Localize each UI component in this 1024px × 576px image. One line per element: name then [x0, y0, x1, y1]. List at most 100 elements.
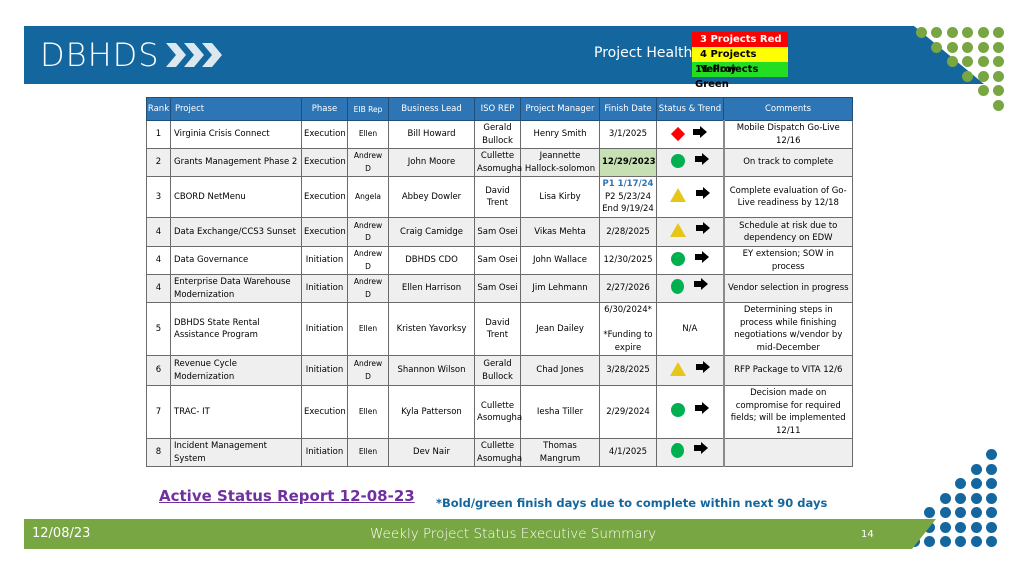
footnote: *Bold/green finish days due to complete … — [436, 496, 828, 510]
comments-cell: Mobile Dispatch Go-Live 12/16 — [723, 120, 853, 149]
status-trend-cell: N/A — [656, 302, 725, 356]
project-manager-cell: John Wallace — [520, 246, 600, 275]
blue-dot-icon — [970, 536, 982, 547]
comments-cell: Determining steps in process while finis… — [723, 302, 853, 356]
eib-rep-cell: Angela — [347, 176, 389, 218]
yellow-triangle-icon — [669, 361, 686, 376]
rank-cell: 4 — [146, 217, 171, 247]
table-row: 8 Incident Management System Initiation Ell… — [146, 438, 853, 467]
green-dot-icon — [993, 27, 1004, 38]
health-red-count: 3 Projects Red — [692, 32, 788, 47]
green-dot-icon — [977, 27, 989, 38]
rank-cell: 7 — [146, 385, 171, 439]
blue-dot-icon — [955, 492, 966, 504]
chevrons-icon — [164, 41, 224, 69]
business-lead-cell: Kyla Patterson — [388, 385, 475, 439]
project-manager-cell: Jeannette Hallock-solomon — [520, 148, 600, 177]
green-dot-icon — [993, 99, 1004, 111]
status-trend-cell — [656, 246, 725, 275]
project-manager-cell: Thomas Mangrum — [520, 438, 600, 467]
rank-cell: 2 — [146, 148, 171, 177]
green-dot-icon — [946, 27, 958, 38]
rank-cell: 1 — [146, 120, 171, 149]
status-trend-cell — [656, 176, 725, 218]
phase-cell: Initiation — [301, 355, 348, 386]
finish-date-cell: 12/29/2023 — [599, 148, 657, 177]
green-dot-icon — [993, 41, 1004, 53]
green-circle-icon — [671, 279, 685, 295]
blue-dot-icon — [924, 536, 935, 547]
green-dot-icon — [977, 85, 989, 96]
business-lead-cell: Abbey Dowler — [388, 176, 475, 218]
project-cell: DBHDS State Rental Assistance Program — [170, 302, 302, 356]
business-lead-cell: Ellen Harrison — [388, 274, 475, 303]
finish-date-cell: 12/30/2025 — [599, 246, 657, 275]
blue-dot-icon — [970, 478, 982, 489]
project-cell: Incident Management System — [170, 438, 302, 467]
comments-cell: Complete evaluation of Go-Live readiness… — [723, 176, 853, 218]
blue-dot-icon — [970, 492, 982, 504]
project-manager-cell: Jean Dailey — [520, 302, 600, 356]
eib-rep-cell: Andrew D — [347, 274, 389, 303]
blue-dot-icon — [986, 478, 997, 489]
status-indicator — [671, 278, 709, 295]
business-lead-cell: Dev Nair — [388, 438, 475, 467]
table-row: 7 TRAC- IT Execution Ellen Kyla Patterson Cul… — [146, 385, 853, 439]
eib-rep-cell: Ellen — [347, 438, 389, 467]
rank-cell: 4 — [146, 274, 171, 303]
active-status-report-link[interactable]: Active Status Report 12-08-23 — [159, 487, 415, 505]
project-manager-cell: Iesha Tiller — [520, 385, 600, 439]
phase-cell: Initiation — [301, 246, 348, 275]
status-indicator — [669, 187, 710, 204]
blue-dot-icon — [970, 507, 982, 518]
col-eib-rep: EIB Rep — [347, 97, 389, 121]
blue-dot-icon — [955, 478, 966, 489]
health-yellow-count: 4 Projects Yellow — [692, 47, 788, 75]
finish-date-cell: 6/30/2024* *Funding to expire — [599, 302, 657, 356]
right-arrow-icon — [695, 360, 710, 378]
green-dot-icon — [962, 41, 973, 53]
project-manager-cell: Lisa Kirby — [520, 176, 600, 218]
project-cell: TRAC- IT — [170, 385, 302, 439]
yellow-triangle-icon — [669, 188, 686, 203]
iso-rep-cell: Gerald Bullock — [474, 355, 521, 386]
yellow-triangle-icon — [669, 223, 686, 238]
project-manager-cell: Vikas Mehta — [520, 217, 600, 247]
green-dot-icon — [977, 70, 989, 82]
col-iso-rep: ISO REP — [474, 97, 521, 121]
col-rank: Rank — [146, 97, 171, 121]
project-cell: Data Exchange/CCS3 Sunset — [170, 217, 302, 247]
blue-dot-icon — [924, 507, 935, 518]
phase-cell: Execution — [301, 385, 348, 439]
iso-rep-cell: David Trent — [474, 176, 521, 218]
eib-rep-cell: Ellen — [347, 120, 389, 149]
phase-cell: Execution — [301, 217, 348, 247]
right-arrow-icon — [695, 187, 710, 204]
col-phase: Phase — [301, 97, 348, 121]
status-trend-cell — [656, 355, 725, 386]
eib-rep-cell: Andrew D — [347, 148, 389, 177]
phase-cell: Initiation — [301, 274, 348, 303]
blue-dot-icon — [986, 536, 997, 547]
blue-dot-icon — [970, 463, 982, 475]
status-trend-cell — [656, 385, 725, 439]
rank-cell: 4 — [146, 246, 171, 275]
iso-rep-cell: David Trent — [474, 302, 521, 356]
dbhds-logo: DBHDS — [40, 38, 224, 72]
project-cell: Enterprise Data Warehouse Modernization — [170, 274, 302, 303]
finish-date-cell: P1 1/17/24 P2 5/23/24 End 9/19/24 — [599, 176, 657, 218]
status-trend-cell — [656, 274, 725, 303]
green-circle-icon — [670, 153, 685, 168]
green-dot-icon — [977, 41, 989, 53]
comments-cell: Decision made on compromise for required… — [723, 385, 853, 439]
col-comments: Comments — [723, 97, 853, 121]
finish-date-line: 6/30/2024* — [604, 305, 652, 315]
green-dot-icon — [977, 56, 989, 67]
red-diamond-icon — [670, 126, 685, 141]
iso-rep-cell: Cullette Asomugha — [474, 148, 522, 177]
col-business-lead: Business Lead — [388, 97, 475, 121]
blue-dot-icon — [939, 507, 951, 518]
right-arrow-icon — [694, 152, 709, 170]
footer-title: Weekly Project Status Executive Summary — [370, 526, 657, 542]
finish-date-line: *Funding to expire — [603, 330, 653, 353]
